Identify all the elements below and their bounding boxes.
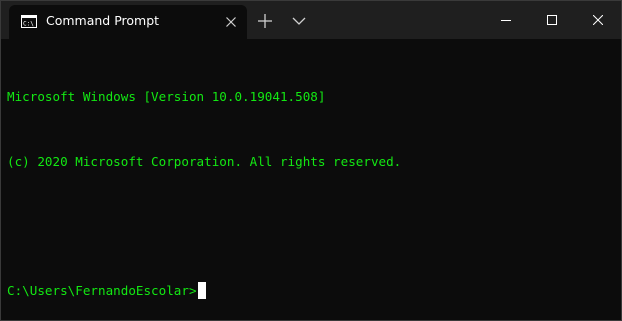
close-icon: [593, 15, 603, 25]
command-prompt-text: C:\Users\FernandoEscolar>: [7, 282, 197, 298]
terminal-line: Microsoft Windows [Version 10.0.19041.50…: [7, 89, 326, 104]
title-bar[interactable]: C:\ Command Prompt: [1, 1, 621, 39]
close-icon[interactable]: [225, 16, 237, 28]
close-window-button[interactable]: [575, 1, 621, 39]
terminal-output[interactable]: Microsoft Windows [Version 10.0.19041.50…: [7, 43, 615, 313]
cmd-icon: C:\: [21, 15, 37, 28]
terminal-window: C:\ Command Prompt Microsoft Windows [Ve…: [0, 0, 622, 321]
text-cursor: [197, 281, 206, 299]
plus-icon[interactable]: [256, 12, 274, 30]
minimize-button[interactable]: [483, 1, 529, 39]
prompt-line[interactable]: C:\Users\FernandoEscolar>: [7, 280, 615, 302]
tab-command-prompt[interactable]: C:\ Command Prompt: [9, 5, 247, 39]
tab-title: Command Prompt: [46, 13, 160, 28]
terminal-line: (c) 2020 Microsoft Corporation. All righ…: [7, 153, 402, 169]
svg-text:C:\: C:\: [23, 21, 34, 28]
maximize-icon: [547, 15, 557, 25]
chevron-down-icon[interactable]: [291, 16, 307, 26]
minimize-icon: [501, 20, 511, 21]
maximize-button[interactable]: [529, 1, 575, 39]
